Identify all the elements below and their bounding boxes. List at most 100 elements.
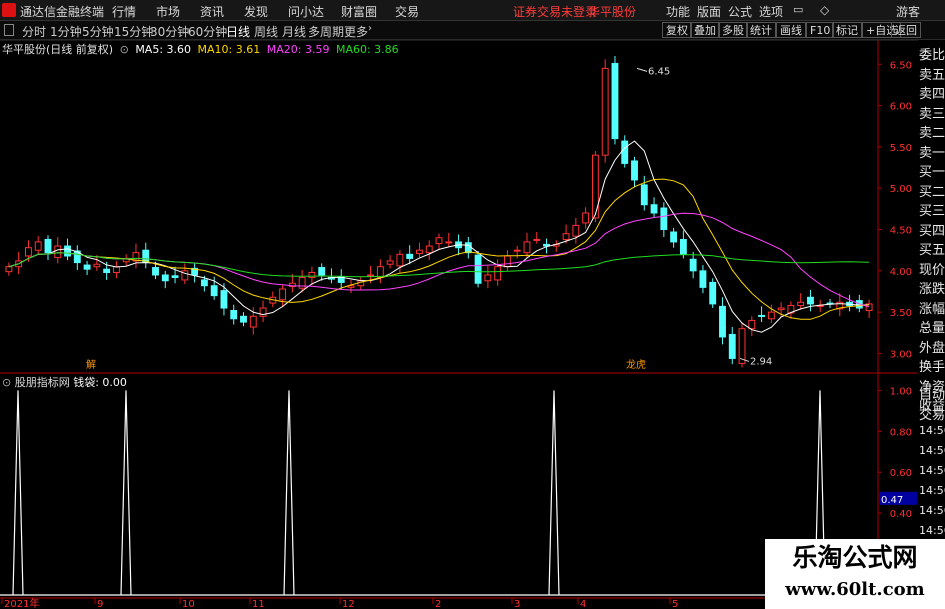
candle-body (44, 238, 52, 254)
watermark-url: www.60lt.com (785, 579, 925, 600)
side-panel-item: 自动 (919, 388, 945, 403)
ma5-label: MA5: 3.60 (135, 43, 192, 56)
candle-body (748, 319, 756, 330)
menu-wenxiaoda[interactable]: 问小达 (288, 3, 324, 20)
qiandai-label: 钱袋: 0.00 (73, 376, 127, 389)
x-tick-label: 11 (252, 599, 265, 609)
period-day[interactable]: 日线 (226, 23, 250, 40)
candle-body (767, 311, 775, 320)
tongji-button[interactable]: 统计 (746, 22, 776, 38)
indicator-spike (12, 390, 24, 596)
candle-body (699, 270, 707, 288)
indicator-tick-label: 1.00 (890, 386, 912, 397)
candle-body (523, 241, 531, 254)
unlock-marker: 解 (86, 358, 96, 371)
menu-jiaoyi[interactable]: 交易 (395, 3, 419, 20)
candle-body (738, 328, 746, 364)
minimize-icon[interactable]: ▭ (793, 3, 803, 16)
period-fenshi[interactable]: 分时 (22, 23, 46, 40)
candle-body (240, 315, 247, 323)
menu-shichang[interactable]: 市场 (156, 3, 180, 20)
menu-gongshi[interactable]: 公式 (728, 3, 752, 20)
shield-icon[interactable]: ◇ (820, 3, 829, 17)
period-month[interactable]: 月线 (282, 23, 306, 40)
side-panel-item: 卖四 (919, 87, 945, 102)
ma10-label: MA10: 3.61 (197, 43, 261, 56)
menu-gongneng[interactable]: 功能 (666, 3, 690, 20)
candle-body (318, 267, 326, 276)
stock-title: 华平股份 (588, 5, 637, 19)
high-price-label: 6.45 (648, 66, 670, 77)
back-button[interactable]: 返回 (891, 22, 921, 38)
ma60-label: MA60: 3.86 (335, 43, 399, 56)
indicator-spike (548, 390, 560, 596)
kline-chart[interactable]: 6.50 6.00 5.50 5.00 4.50 4.00 3.50 3.00 1.00 0.80… (0, 40, 918, 609)
candle-body (797, 301, 805, 307)
f10-button[interactable]: F10 (806, 22, 835, 38)
x-tick-label: 3 (514, 599, 520, 609)
candle-body (416, 249, 423, 254)
side-panel-item: 14:56 (919, 524, 945, 537)
main-chart-header: 华平股份(日线 前复权) ⊙ MA5: 3.60 MA10: 3.61 MA20… (2, 41, 402, 56)
candle-body (513, 249, 521, 252)
period-60min[interactable]: 60分钟 (188, 23, 227, 40)
trade-login-notice[interactable]: 证券交易未登录 (513, 3, 597, 20)
candle-body (758, 314, 766, 317)
candle-body (445, 241, 453, 244)
period-more[interactable]: 更多 (344, 23, 368, 40)
price-tick-label: 5.50 (890, 143, 912, 154)
side-panel-item: 卖一 (919, 145, 945, 161)
period-30min[interactable]: 30分钟 (150, 23, 189, 40)
duogu-button[interactable]: 多股 (718, 22, 748, 38)
candle-body (25, 247, 32, 257)
panel-toggle-icon[interactable] (4, 24, 14, 36)
app-logo-icon (2, 3, 16, 17)
menu-hangqing[interactable]: 行情 (112, 3, 136, 20)
menu-xuanxiang[interactable]: 选项 (759, 3, 783, 20)
period-week[interactable]: 周线 (254, 23, 278, 40)
side-panel-item: 买三 (919, 204, 945, 219)
price-tick-label: 6.50 (890, 60, 912, 71)
candle-body (660, 207, 668, 231)
diejia-button[interactable]: 叠加 (690, 22, 720, 38)
period-multi[interactable]: 多周期 (308, 23, 344, 40)
candle-body (210, 285, 218, 297)
candle-body (152, 267, 159, 276)
period-1min[interactable]: 1分钟 (50, 23, 82, 40)
settings-gear-icon[interactable]: ⊙ (120, 43, 129, 56)
menu-zixun[interactable]: 资讯 (200, 3, 224, 20)
indicator-spike (120, 390, 132, 596)
quote-side-panel: 委比 卖五 卖四 卖三 卖二 卖一 买一 买二 买三 买四 买五 现价 涨跌 涨幅 总量 外盘 换手 净资 收益 自动… (918, 40, 945, 609)
menu-faxian[interactable]: 发现 (244, 3, 268, 20)
fuquan-button[interactable]: 复权 (662, 22, 692, 38)
price-tick-label: 4.00 (890, 267, 912, 278)
sub-settings-icon[interactable]: ⊙ (2, 376, 11, 389)
period-5min[interactable]: 5分钟 (82, 23, 114, 40)
x-tick-label: 5 (672, 599, 678, 609)
side-panel-item: 14:56 (919, 464, 945, 477)
side-panel-item: 委比 (919, 48, 945, 63)
candle-body (533, 238, 541, 241)
candle-body (406, 253, 414, 259)
period-15min[interactable]: 15分钟 (114, 23, 153, 40)
candle-body (435, 237, 443, 245)
candle-body (112, 266, 120, 273)
ma20-label: MA20: 3.59 (266, 43, 330, 56)
price-tick-label: 4.50 (890, 226, 912, 237)
candle-body (670, 231, 678, 243)
current-value-label: 0.47 (881, 495, 903, 506)
huaxian-button[interactable]: 画线 (776, 22, 806, 38)
dragon-tiger-marker: 龙虎 (626, 358, 646, 371)
candle-body (601, 67, 609, 156)
sub-chart-header: ⊙ 股朋指标网 钱袋: 0.00 (2, 374, 127, 389)
candle-body (503, 255, 511, 268)
biaoji-button[interactable]: 标记 (832, 22, 862, 38)
side-panel-item: 卖五 (919, 67, 945, 83)
user-guest[interactable]: 游客 (896, 3, 920, 20)
chevron-right-icon[interactable]: › (368, 23, 372, 34)
menu-caifuquan[interactable]: 财富圈 (341, 3, 377, 20)
candle-body (640, 184, 648, 206)
candle-body (582, 212, 590, 224)
menu-banmian[interactable]: 版面 (697, 3, 721, 20)
side-panel-item: 14:56 (919, 484, 945, 497)
